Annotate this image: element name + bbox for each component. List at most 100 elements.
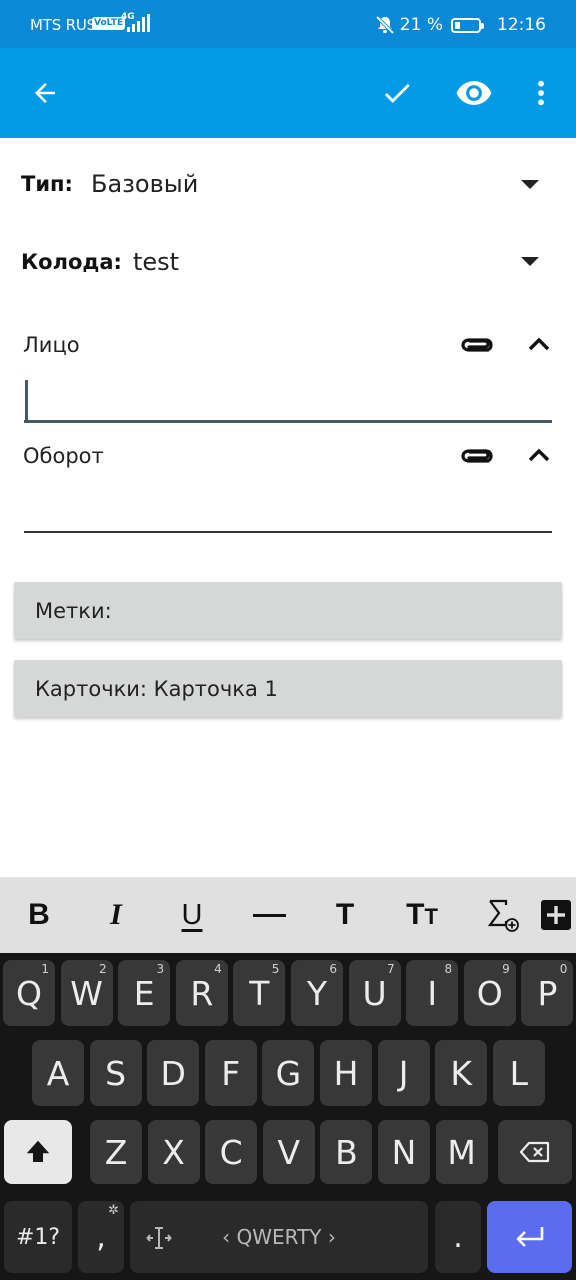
key-g[interactable]: G: [262, 1040, 315, 1106]
key-a[interactable]: A: [32, 1040, 84, 1106]
status-right: 21 % 12:16: [375, 14, 546, 36]
underline-button[interactable]: U: [166, 889, 218, 941]
front-field-input[interactable]: [24, 379, 552, 423]
signal-icon: [127, 14, 150, 32]
key-v[interactable]: V: [262, 1120, 315, 1184]
key-m-label: M: [447, 1132, 476, 1172]
key-k[interactable]: K: [435, 1040, 488, 1106]
collapse-front-icon[interactable]: [524, 333, 554, 355]
more-options-button[interactable]: [517, 69, 565, 117]
type-dropdown-arrow-icon[interactable]: [521, 180, 539, 189]
math-button[interactable]: [476, 889, 528, 941]
status-bar: MTS RUS VoLTE 4G 21 % 12:16: [0, 0, 576, 48]
key-q[interactable]: Q1: [3, 960, 55, 1026]
key-y-hint: 6: [329, 962, 337, 976]
key-o-hint: 9: [502, 962, 510, 976]
clock: 12:16: [497, 15, 546, 35]
key-b[interactable]: B: [320, 1120, 373, 1184]
symbols-key[interactable]: #1?: [4, 1201, 72, 1273]
key-j[interactable]: J: [377, 1040, 430, 1106]
key-q-label: Q: [16, 973, 42, 1013]
type-dropdown[interactable]: Базовый: [91, 170, 198, 198]
period-key[interactable]: .: [435, 1201, 481, 1273]
shift-icon: [26, 1140, 50, 1162]
key-t-label: T: [249, 973, 270, 1013]
key-m[interactable]: M: [435, 1120, 488, 1184]
collapse-back-icon[interactable]: [524, 444, 554, 466]
key-x[interactable]: X: [147, 1120, 200, 1184]
space-key[interactable]: ‹ QWERTY ›: [130, 1201, 428, 1273]
space-label: ‹ QWERTY ›: [222, 1225, 336, 1249]
title-button[interactable]: T: [319, 889, 371, 941]
cards-button[interactable]: Карточки: Карточка 1: [14, 660, 562, 717]
italic-icon: I: [110, 898, 122, 931]
shift-key[interactable]: [4, 1120, 72, 1184]
key-v-label: V: [277, 1132, 301, 1172]
comma-key[interactable]: , ✲: [78, 1201, 124, 1273]
key-p-hint: 0: [559, 962, 568, 976]
key-x-label: X: [162, 1132, 185, 1172]
math-icon: [487, 899, 519, 932]
bold-button[interactable]: B: [13, 889, 65, 941]
key-n-label: N: [391, 1132, 417, 1172]
add-icon: [541, 900, 571, 930]
key-e[interactable]: E3: [118, 960, 171, 1026]
key-z[interactable]: Z: [90, 1120, 142, 1184]
tags-button[interactable]: Метки:: [14, 582, 562, 639]
horizontal-rule-button[interactable]: [243, 889, 295, 941]
key-d-label: D: [160, 1053, 186, 1093]
back-button[interactable]: [21, 69, 69, 117]
key-l-label: L: [509, 1053, 528, 1093]
key-i[interactable]: I8: [406, 960, 459, 1026]
key-c-label: C: [219, 1132, 243, 1172]
save-button[interactable]: [373, 69, 421, 117]
enter-key[interactable]: [487, 1201, 572, 1273]
key-t-hint: 5: [271, 962, 280, 976]
key-u-label: U: [362, 973, 387, 1013]
key-f[interactable]: F: [204, 1040, 257, 1106]
back-field-input[interactable]: [24, 489, 552, 533]
bold-icon: B: [28, 898, 50, 931]
font-size-button[interactable]: TT: [396, 889, 448, 941]
comma-label: ,: [96, 1219, 106, 1255]
key-g-label: G: [275, 1053, 302, 1093]
key-r[interactable]: R4: [175, 960, 228, 1026]
deck-dropdown[interactable]: test: [133, 248, 179, 276]
backspace-key[interactable]: [498, 1120, 572, 1184]
add-button[interactable]: [530, 889, 576, 941]
app-bar: [0, 48, 576, 138]
key-l[interactable]: L: [492, 1040, 545, 1106]
underline-icon: U: [181, 898, 203, 931]
deck-dropdown-arrow-icon[interactable]: [521, 257, 539, 266]
cursor-move-icon: [146, 1227, 172, 1249]
font-size-icon: TT: [406, 898, 438, 931]
key-s[interactable]: S: [89, 1040, 142, 1106]
text-caret: [25, 380, 28, 420]
key-s-label: S: [105, 1053, 127, 1093]
key-k-label: K: [450, 1053, 472, 1093]
attach-front-icon[interactable]: [458, 332, 494, 358]
key-h[interactable]: H: [320, 1040, 372, 1106]
key-z-label: Z: [104, 1132, 128, 1172]
key-r-hint: 4: [214, 962, 222, 976]
keyboard: Q1W2E3R4T5Y6U7I8O9P0 ASDFGHJKL ZXCVBNM #…: [0, 953, 576, 1280]
key-w[interactable]: W2: [60, 960, 113, 1026]
key-p-label: P: [537, 973, 558, 1013]
title-icon: T: [335, 898, 355, 931]
key-u[interactable]: U7: [348, 960, 401, 1026]
check-icon: [384, 83, 410, 103]
key-p[interactable]: P0: [521, 960, 574, 1026]
enter-icon: [516, 1227, 543, 1247]
preview-button[interactable]: [450, 69, 498, 117]
key-o[interactable]: O9: [463, 960, 516, 1026]
backspace-icon: [519, 1141, 550, 1163]
italic-button[interactable]: I: [90, 889, 142, 941]
key-t[interactable]: T5: [233, 960, 286, 1026]
key-c[interactable]: C: [205, 1120, 258, 1184]
attach-back-icon[interactable]: [458, 443, 494, 469]
key-y[interactable]: Y6: [291, 960, 343, 1026]
formatting-toolbar: B I U T TT: [0, 877, 576, 953]
key-n[interactable]: N: [378, 1120, 430, 1184]
key-d[interactable]: D: [147, 1040, 200, 1106]
front-field-label: Лицо: [23, 333, 80, 357]
